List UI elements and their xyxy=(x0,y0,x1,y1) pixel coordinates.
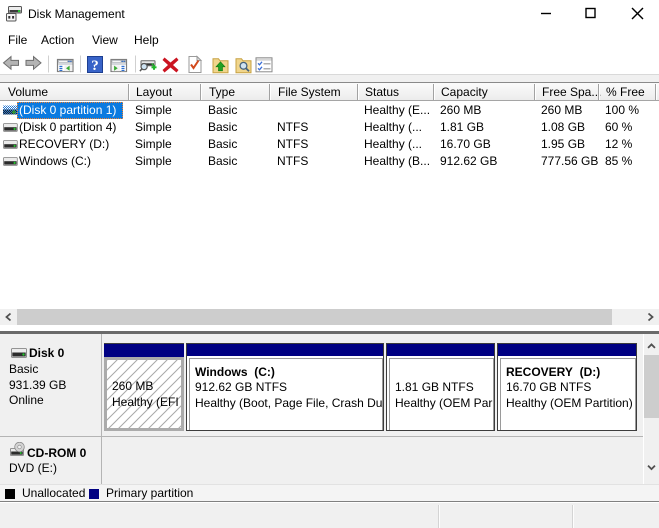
svg-text:?: ? xyxy=(91,58,99,74)
